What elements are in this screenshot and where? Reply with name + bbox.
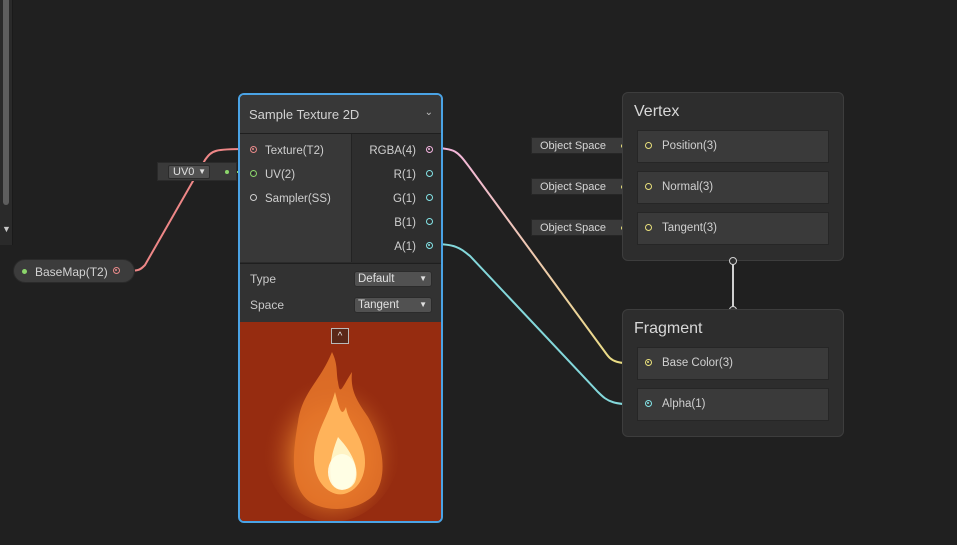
- alpha-input-port[interactable]: [645, 400, 652, 407]
- normal-space-field[interactable]: Object Space: [531, 178, 633, 195]
- connection-wires: [121, 145, 734, 406]
- vertex-flow-out-port[interactable]: [729, 257, 737, 265]
- position-space-label: Object Space: [540, 140, 607, 152]
- caret-down-icon: ▼: [419, 274, 427, 283]
- space-label: Space: [250, 298, 285, 312]
- normal-block-label: Normal(3): [662, 181, 714, 193]
- tangent-space-label: Object Space: [540, 222, 607, 234]
- a-output-label: A(1): [394, 241, 416, 253]
- caret-down-icon: ▼: [419, 300, 427, 309]
- node-header[interactable]: Sample Texture 2D ⌄: [240, 95, 441, 134]
- texture-input-label: Texture(T2): [265, 145, 324, 157]
- output-ports: RGBA(4) R(1) G(1) B(1) A(1): [352, 134, 441, 262]
- sample-texture-2d-node[interactable]: Sample Texture 2D ⌄ Texture(T2) UV(2) Sa…: [238, 93, 443, 523]
- caret-down-icon: ▼: [198, 167, 206, 176]
- position-block[interactable]: Position(3): [637, 130, 829, 163]
- a-output-port[interactable]: [426, 242, 433, 249]
- tangent-space-field[interactable]: Object Space: [531, 219, 633, 236]
- preview-collapse-button[interactable]: ^: [331, 328, 349, 344]
- uv-field-port-dot: [225, 170, 229, 174]
- b-output-port[interactable]: [426, 218, 433, 225]
- position-space-field[interactable]: Object Space: [531, 137, 633, 154]
- node-settings: Type Default ▼ Space Tangent ▼: [240, 263, 441, 323]
- texture-input-port[interactable]: [250, 146, 257, 153]
- alpha-to-alpha-wire: [432, 243, 649, 406]
- b-output-label: B(1): [394, 217, 416, 229]
- base-color-block-label: Base Color(3): [662, 357, 733, 369]
- position-block-label: Position(3): [662, 140, 717, 152]
- uv-channel-dropdown[interactable]: UV0 ▼: [168, 165, 210, 179]
- normal-space-label: Object Space: [540, 181, 607, 193]
- sampler-input-label: Sampler(SS): [265, 193, 331, 205]
- chevron-down-icon[interactable]: ▼: [2, 224, 11, 234]
- collapse-chevron-icon[interactable]: ⌄: [425, 107, 433, 118]
- space-dropdown[interactable]: Tangent ▼: [354, 297, 432, 313]
- vertex-title: Vertex: [634, 103, 680, 120]
- alpha-block-label: Alpha(1): [662, 398, 706, 410]
- left-panel-scrollbar[interactable]: [3, 0, 9, 205]
- uv-channel-field: UV0 ▼: [157, 162, 237, 181]
- normal-block[interactable]: Normal(3): [637, 171, 829, 204]
- property-indicator-icon: [22, 269, 27, 274]
- normal-input-port[interactable]: [645, 183, 652, 190]
- tangent-input-port[interactable]: [645, 224, 652, 231]
- basemap-property-node[interactable]: BaseMap(T2): [13, 259, 135, 283]
- fragment-context[interactable]: Fragment Base Color(3) Alpha(1): [622, 309, 844, 437]
- tangent-block-label: Tangent(3): [662, 222, 717, 234]
- type-value: Default: [358, 273, 395, 285]
- rgba-output-port[interactable]: [426, 146, 433, 153]
- fire-texture-image: [262, 352, 402, 521]
- fragment-title: Fragment: [634, 320, 703, 337]
- alpha-block[interactable]: Alpha(1): [637, 388, 829, 421]
- property-label: BaseMap(T2): [35, 265, 108, 279]
- r-output-label: R(1): [393, 169, 416, 181]
- g-output-port[interactable]: [426, 194, 433, 201]
- rgba-output-label: RGBA(4): [369, 145, 416, 157]
- uv-channel-value: UV0: [173, 166, 195, 178]
- type-label: Type: [250, 272, 277, 286]
- r-output-port[interactable]: [426, 170, 433, 177]
- uv-input-label: UV(2): [265, 169, 296, 181]
- base-color-input-port[interactable]: [645, 359, 652, 366]
- type-dropdown[interactable]: Default ▼: [354, 271, 432, 287]
- texture-preview: ^: [240, 322, 441, 521]
- uv-input-port[interactable]: [250, 170, 257, 177]
- tangent-block[interactable]: Tangent(3): [637, 212, 829, 245]
- position-input-port[interactable]: [645, 142, 652, 149]
- sampler-input-port[interactable]: [250, 194, 257, 201]
- space-value: Tangent: [358, 299, 399, 311]
- basemap-output-port[interactable]: [113, 267, 120, 274]
- node-title: Sample Texture 2D: [249, 107, 360, 122]
- input-ports: Texture(T2) UV(2) Sampler(SS): [240, 134, 352, 262]
- base-color-block[interactable]: Base Color(3): [637, 347, 829, 380]
- vertex-context[interactable]: Vertex Position(3) Normal(3) Tangent(3): [622, 92, 844, 261]
- g-output-label: G(1): [393, 193, 416, 205]
